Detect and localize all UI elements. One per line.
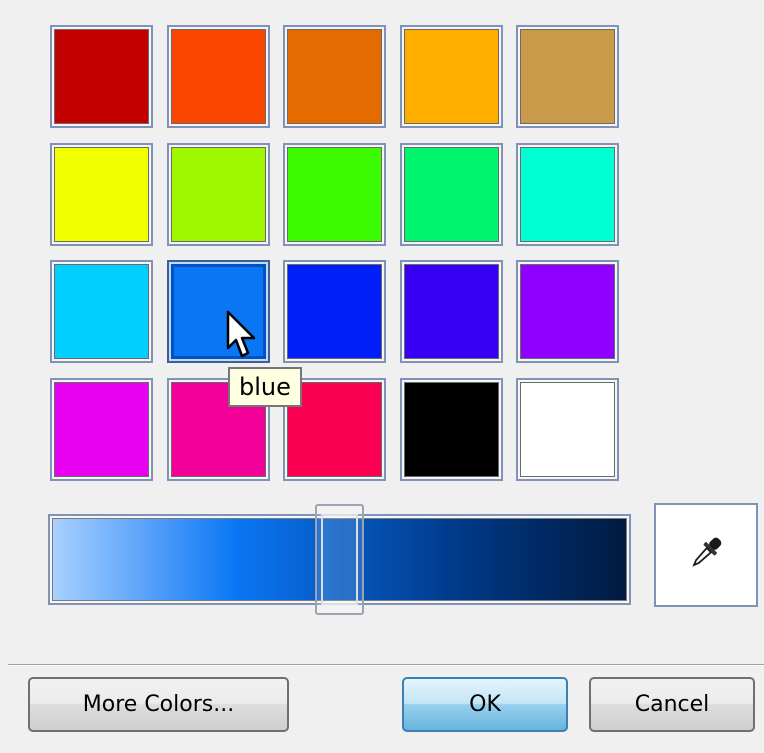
swatch-indigo[interactable] <box>400 260 503 363</box>
swatch-red-1[interactable] <box>50 25 153 128</box>
swatch-fill <box>171 264 266 359</box>
swatch-blue[interactable] <box>167 260 270 363</box>
swatch-fill <box>54 29 149 124</box>
swatch-royal-blue[interactable] <box>283 260 386 363</box>
swatch-spring-green[interactable] <box>400 143 503 246</box>
swatch-violet[interactable] <box>516 260 619 363</box>
swatch-black[interactable] <box>400 378 503 481</box>
swatch-fill <box>404 147 499 242</box>
swatch-fill <box>404 382 499 477</box>
eyedropper-button[interactable] <box>654 503 758 607</box>
swatch-fill <box>520 147 615 242</box>
shade-slider-thumb[interactable] <box>315 504 364 615</box>
swatch-fill <box>54 147 149 242</box>
more-colors-button[interactable]: More Colors... <box>28 677 289 732</box>
dialog-separator <box>8 664 764 666</box>
swatch-fill <box>54 382 149 477</box>
swatch-amber[interactable] <box>400 25 503 128</box>
swatch-fill <box>287 147 382 242</box>
color-tooltip: blue <box>228 367 302 407</box>
swatch-magenta[interactable] <box>50 378 153 481</box>
swatch-green[interactable] <box>283 143 386 246</box>
swatch-fill <box>54 264 149 359</box>
cancel-button[interactable]: Cancel <box>589 677 755 732</box>
swatch-yellow-green[interactable] <box>167 143 270 246</box>
swatch-fill <box>404 264 499 359</box>
color-swatch-grid <box>50 25 630 487</box>
swatch-sky[interactable] <box>50 260 153 363</box>
swatch-fill <box>404 29 499 124</box>
ok-button[interactable]: OK <box>402 677 568 732</box>
swatch-fill <box>520 29 615 124</box>
slider-thumb-inner <box>321 514 358 605</box>
swatch-fill <box>171 29 266 124</box>
swatch-orange[interactable] <box>283 25 386 128</box>
swatch-red-orange[interactable] <box>167 25 270 128</box>
swatch-yellow[interactable] <box>50 143 153 246</box>
swatch-fill <box>171 147 266 242</box>
swatch-fill <box>520 382 615 477</box>
swatch-fill <box>287 29 382 124</box>
swatch-aqua[interactable] <box>516 143 619 246</box>
eyedropper-icon <box>686 533 726 577</box>
swatch-white[interactable] <box>516 378 619 481</box>
swatch-tan[interactable] <box>516 25 619 128</box>
swatch-fill <box>520 264 615 359</box>
swatch-fill <box>287 264 382 359</box>
